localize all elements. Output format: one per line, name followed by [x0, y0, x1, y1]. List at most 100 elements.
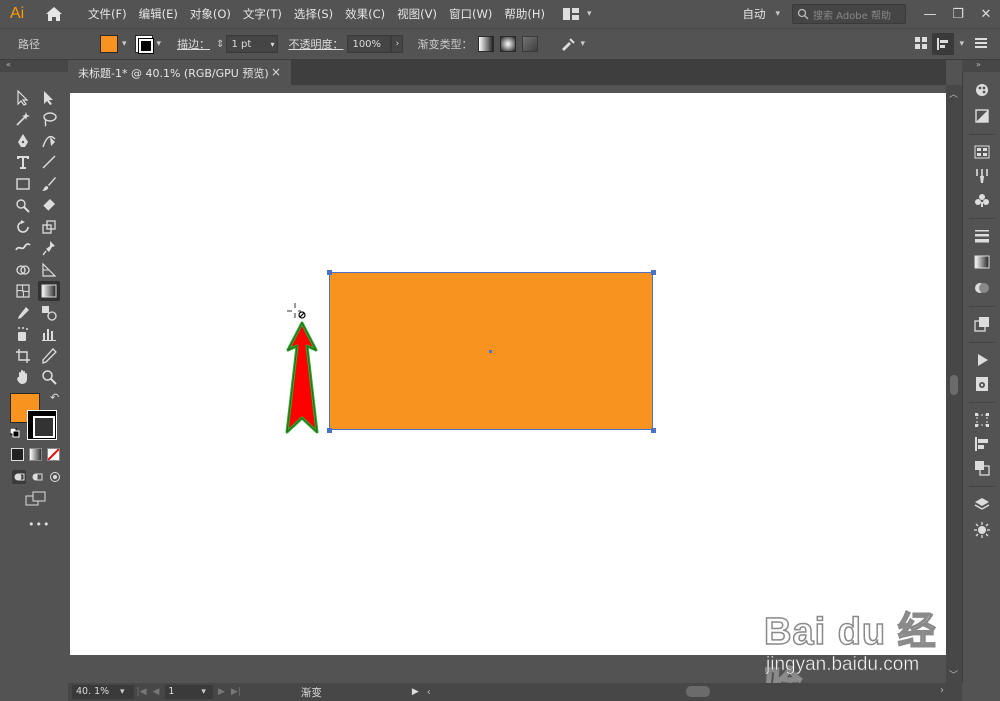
- minimize-button[interactable]: —: [916, 7, 944, 22]
- vertical-scroll-thumb[interactable]: [950, 375, 958, 395]
- links-panel-icon[interactable]: [974, 376, 990, 392]
- draw-inside-icon[interactable]: [48, 470, 62, 484]
- panel-menu-icon[interactable]: [974, 36, 988, 53]
- zoom-tool-icon[interactable]: [38, 367, 60, 387]
- blend-tool-icon[interactable]: [38, 303, 60, 323]
- help-search-input[interactable]: 搜索 Adobe 帮助: [792, 4, 906, 24]
- menu-view[interactable]: 视图(V): [391, 0, 443, 28]
- artboard-tool-icon[interactable]: [12, 346, 34, 366]
- swatches-panel-icon[interactable]: [974, 144, 990, 160]
- chevron-down-icon[interactable]: ▾: [201, 687, 206, 697]
- type-tool-icon[interactable]: [12, 152, 34, 172]
- transparency-panel-icon[interactable]: [974, 280, 990, 296]
- recolor-button[interactable]: ▾: [560, 37, 585, 51]
- fill-color-swatch[interactable]: [100, 35, 118, 53]
- scroll-up-icon[interactable]: ︿: [949, 87, 958, 100]
- arrange-documents-button[interactable]: ▾: [562, 7, 592, 21]
- eraser-tool-icon[interactable]: [38, 195, 60, 215]
- magic-wand-tool-icon[interactable]: [12, 109, 34, 129]
- vertical-scrollbar[interactable]: ︿ ﹀: [946, 85, 962, 683]
- pathfinder-panel-icon[interactable]: [974, 460, 990, 476]
- curvature-tool-icon[interactable]: [38, 131, 60, 151]
- rotate-tool-icon[interactable]: [12, 217, 34, 237]
- gradient-tool-icon[interactable]: [38, 281, 60, 301]
- line-tool-icon[interactable]: [38, 152, 60, 172]
- selection-handle[interactable]: [651, 428, 656, 433]
- chevron-down-icon[interactable]: ▾: [120, 687, 125, 697]
- draw-behind-icon[interactable]: [30, 470, 44, 484]
- width-tool-icon[interactable]: [12, 238, 34, 258]
- freeform-gradient-button[interactable]: [522, 36, 539, 52]
- close-icon[interactable]: ×: [271, 65, 281, 79]
- menu-type[interactable]: 文字(T): [237, 0, 288, 28]
- align-panel-icon[interactable]: [974, 436, 990, 452]
- column-graph-tool-icon[interactable]: [38, 324, 60, 344]
- color-panel-icon[interactable]: [974, 82, 990, 98]
- chevron-down-icon[interactable]: ▾: [775, 9, 780, 19]
- stroke-weight-field[interactable]: 1 pt ▾: [226, 35, 279, 53]
- slice-tool-icon[interactable]: [38, 346, 60, 366]
- shaper-tool-icon[interactable]: [12, 195, 34, 215]
- status-menu-arrow-icon[interactable]: ▶: [412, 687, 419, 697]
- menu-select[interactable]: 选择(S): [288, 0, 339, 28]
- chevron-down-icon[interactable]: ▾: [959, 39, 964, 49]
- default-fill-stroke-icon[interactable]: [9, 427, 20, 438]
- menu-window[interactable]: 窗口(W): [443, 0, 498, 28]
- dock-collapse-bar[interactable]: »: [962, 60, 1000, 72]
- close-window-button[interactable]: ✕: [972, 7, 1000, 22]
- color-mode-button[interactable]: [11, 448, 24, 461]
- appearance-panel-icon[interactable]: [974, 316, 990, 332]
- maximize-button[interactable]: ❐: [944, 7, 972, 22]
- workspace-switcher[interactable]: 自动: [742, 6, 765, 22]
- hand-tool-icon[interactable]: [12, 367, 34, 387]
- scale-tool-icon[interactable]: [38, 217, 60, 237]
- scroll-left-icon[interactable]: ‹: [427, 687, 431, 698]
- horizontal-scroll-thumb[interactable]: [686, 686, 710, 697]
- gradient-panel-icon[interactable]: [974, 254, 990, 270]
- puppet-warp-tool-icon[interactable]: [38, 238, 60, 258]
- first-artboard-icon[interactable]: |◀: [137, 687, 147, 697]
- menu-effect[interactable]: 效果(C): [339, 0, 391, 28]
- color-guide-panel-icon[interactable]: [974, 108, 990, 124]
- mesh-tool-icon[interactable]: [12, 281, 34, 301]
- selection-handle[interactable]: [327, 428, 332, 433]
- lasso-tool-icon[interactable]: [38, 109, 60, 129]
- home-icon[interactable]: [40, 0, 68, 28]
- previous-artboard-icon[interactable]: ◀: [153, 687, 160, 697]
- eyedropper-tool-icon[interactable]: [12, 303, 34, 323]
- selection-handle[interactable]: [327, 270, 332, 275]
- document-tab[interactable]: 未标题-1* @ 40.1% (RGB/GPU 预览) ×: [68, 60, 291, 85]
- swap-fill-stroke-icon[interactable]: ↶: [50, 391, 59, 404]
- stroke-stepper-icon[interactable]: ⇕: [216, 39, 224, 50]
- stroke-panel-icon[interactable]: [974, 228, 990, 244]
- rectangle-tool-icon[interactable]: [12, 174, 34, 194]
- layers-panel-icon[interactable]: [974, 496, 990, 512]
- menu-help[interactable]: 帮助(H): [498, 0, 551, 28]
- isolate-icon[interactable]: [914, 36, 928, 53]
- menu-object[interactable]: 对象(O): [184, 0, 237, 28]
- selection-tool-icon[interactable]: [12, 88, 34, 108]
- toolbox-collapse-bar[interactable]: «: [0, 60, 68, 72]
- pen-tool-icon[interactable]: [12, 131, 34, 151]
- edit-toolbar-button[interactable]: •••: [28, 518, 50, 531]
- opacity-label[interactable]: 不透明度：: [288, 36, 343, 52]
- stroke-label[interactable]: 描边：: [177, 36, 210, 52]
- stroke-color-swatch[interactable]: [134, 35, 154, 54]
- last-artboard-icon[interactable]: ▶|: [231, 687, 241, 697]
- draw-normal-icon[interactable]: [12, 470, 26, 484]
- opacity-field[interactable]: 100%: [347, 35, 392, 53]
- chevron-down-icon[interactable]: ▾: [122, 39, 127, 49]
- symbol-sprayer-tool-icon[interactable]: [12, 324, 34, 344]
- direct-selection-tool-icon[interactable]: [38, 88, 60, 108]
- menu-edit[interactable]: 编辑(E): [133, 0, 184, 28]
- asset-export-panel-icon[interactable]: [974, 522, 990, 538]
- artboard-number-field[interactable]: 1: [165, 685, 214, 699]
- actions-panel-icon[interactable]: [974, 352, 990, 368]
- opacity-slider-button[interactable]: ›: [391, 35, 404, 53]
- perspective-grid-tool-icon[interactable]: [38, 260, 60, 280]
- gradient-mode-button[interactable]: [29, 448, 42, 461]
- screen-mode-icon[interactable]: [25, 491, 47, 507]
- paintbrush-tool-icon[interactable]: [38, 174, 60, 194]
- brushes-panel-icon[interactable]: [974, 168, 990, 184]
- selection-handle[interactable]: [651, 270, 656, 275]
